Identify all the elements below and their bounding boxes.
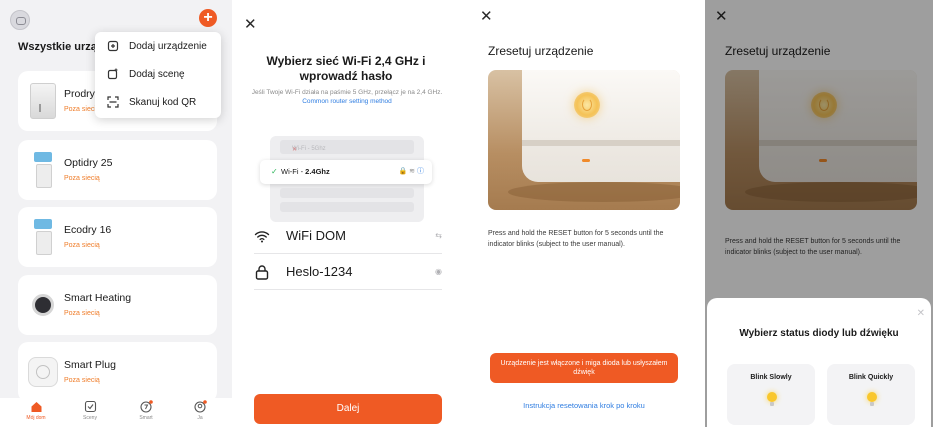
wifi-ssid-value: WiFi DOM [286,228,346,243]
smart-icon [139,400,153,413]
device-shadow [508,182,680,202]
reset-device-screen: ✕ Zresetuj urządzenie Press and hold the… [470,0,692,427]
bulb-icon [767,392,777,406]
tab-home[interactable]: Mój dom [16,400,56,426]
add-scene-icon [107,68,118,80]
device-top [522,70,680,140]
device-list-screen: + Wszystkie urząd Prodry Poza sieci Opti… [0,0,232,427]
wifi-setup-screen: ✕ Wybierz sieć Wi-Fi 2,4 GHz i wprowadź … [234,0,458,427]
wifi-5ghz-text: Wi-Fi - 5Ghz [292,146,326,152]
bulb-icon [867,392,877,406]
option-label: Blink Quickly [848,374,894,381]
power-button-icon [574,92,600,118]
status-bottom-sheet: ✕ Wybierz status diody lub dźwięku Blink… [707,298,931,427]
close-icon[interactable]: ✕ [480,9,493,24]
tab-me[interactable]: Ja [180,400,220,426]
option-blink-slowly[interactable]: Blink Slowly [727,364,815,425]
tab-label: Ja [197,415,203,421]
menu-item-label: Skanuj kod QR [129,97,197,108]
wifi-option-placeholder [280,188,414,198]
confirm-blinking-button[interactable]: Urządzenie jest włączone i miga dioda lu… [490,353,678,383]
tab-label: Mój dom [26,415,46,421]
device-status: Poza siecią [64,310,100,317]
info-icon: ⓘ [417,168,424,175]
device-name: Optidry 25 [64,157,113,169]
indicator-led [582,159,590,162]
router-setting-link[interactable]: Common router setting method [302,98,392,105]
home-avatar-icon[interactable] [10,10,30,30]
menu-item-label: Dodaj scenę [129,69,185,80]
scan-qr-icon [107,96,119,108]
reset-help-link[interactable]: Instrukcja resetowania krok po kroku [488,401,680,410]
wifi-band-info: Jeśli Twoje Wi-Fi działa na paśmie 5 GHz… [250,89,444,106]
check-icon: ✓ [271,167,278,176]
wifi-band-illustration: ✕ Wi-Fi - 5Ghz ✓ Wi-Fi - 2.4Ghz 🔒 ≋ ⓘ [260,136,432,222]
wifi-24ghz-label: Wi-Fi - 2.4Ghz [281,167,330,176]
option-label: Blink Slowly [750,374,792,381]
device-card-ecodry[interactable]: Ecodry 16 Poza siecią [18,207,217,267]
wifi-option-24ghz: ✓ Wi-Fi - 2.4Ghz 🔒 ≋ ⓘ [260,160,432,184]
reset-instruction: Press and hold the RESET button for 5 se… [488,230,664,248]
bottom-tab-bar: Mój dom Sceny Smart Ja [0,398,232,427]
tab-smart[interactable]: Smart [126,400,166,426]
wifi-signal-icon: 🔒 ≋ ⓘ [398,168,424,175]
close-icon[interactable]: ✕ [917,308,925,319]
dehumidifier-icon [34,219,52,255]
wifi-password-value: Heslo-1234 [286,264,353,279]
device-card-smart-plug[interactable]: Smart Plug Poza siecią [18,342,217,402]
menu-item-scan-qr[interactable]: Skanuj kod QR [95,89,221,117]
next-button[interactable]: Dalej [254,394,442,424]
device-name: Ecodry 16 [64,224,112,236]
wifi-24ghz-prefix: Wi-Fi - [281,167,304,176]
device-status: Poza siecią [64,242,100,249]
home-icon [31,402,41,412]
device-card-smart-heating[interactable]: Smart Heating Poza siecią [18,275,217,335]
device-status: Poza siecią [64,377,100,384]
device-name: Smart Plug [64,359,116,371]
add-menu: Dodaj urządzenie Dodaj scenę Skanuj kod … [95,32,221,118]
wifi-option-placeholder [280,202,414,212]
menu-item-add-device[interactable]: Dodaj urządzenie [95,33,221,61]
profile-icon [193,400,207,413]
device-name: Prodry [64,88,95,100]
menu-item-label: Dodaj urządzenie [129,41,207,52]
switch-network-icon[interactable]: ⇆ [435,231,442,240]
info-text: Jeśli Twoje Wi-Fi działa na paśmie 5 GHz… [251,89,443,96]
lock-icon [255,265,269,280]
wifi-password-field[interactable]: Heslo-1234 ◉ [254,256,442,290]
eye-icon[interactable]: ◉ [435,267,442,276]
wifi-ssid-field[interactable]: WiFi DOM ⇆ [254,220,442,254]
tab-scenes[interactable]: Sceny [70,400,110,426]
wifi-option-5ghz: ✕ Wi-Fi - 5Ghz [280,140,414,154]
wifi-24ghz-band: 2.4Ghz [305,167,330,176]
device-status: Poza siecią [64,175,100,182]
tab-label: Sceny [83,415,97,421]
scene-icon [84,400,96,413]
page-title: Wybierz sieć Wi-Fi 2,4 GHz i wprowadź ha… [266,54,426,83]
device-reset-illustration [488,70,680,210]
menu-item-add-scene[interactable]: Dodaj scenę [95,61,221,89]
dehumidifier-icon [34,152,52,188]
wifi-icon [254,231,270,243]
tab-label: Smart [139,415,153,421]
add-device-icon [107,40,119,52]
plus-icon[interactable]: + [199,9,217,27]
close-icon[interactable]: ✕ [244,17,257,32]
dehumidifier-icon [30,83,56,119]
reset-status-sheet-screen: ✕ Zresetuj urządzenie Press and hold the… [705,0,933,427]
home-title[interactable]: Wszystkie urząd [18,41,104,53]
device-groove [522,140,680,146]
page-title: Zresetuj urządzenie [488,44,594,58]
plug-icon [28,357,58,387]
option-blink-quickly[interactable]: Blink Quickly [827,364,915,425]
device-card-optidry[interactable]: Optidry 25 Poza siecią [18,140,217,200]
thermostat-icon [32,294,54,316]
device-status: Poza sieci [64,106,96,113]
device-name: Smart Heating [64,292,132,304]
sheet-title: Wybierz status diody lub dźwięku [739,328,899,339]
